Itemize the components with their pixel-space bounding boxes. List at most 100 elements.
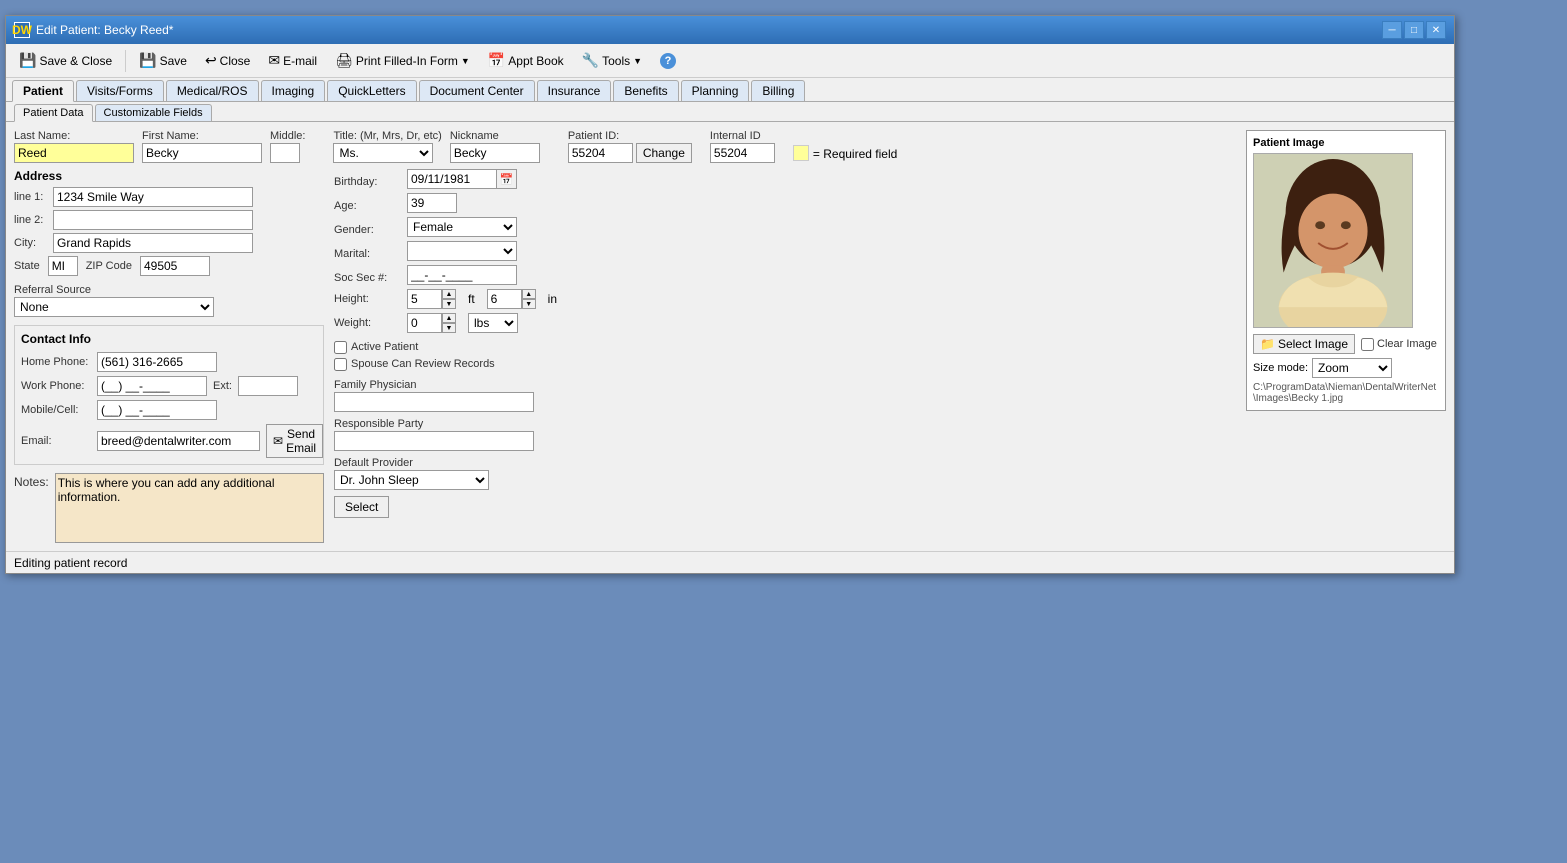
gender-select[interactable]: Female Male	[407, 217, 517, 237]
tab-quickletters[interactable]: QuickLetters	[327, 80, 416, 101]
height-in-down[interactable]: ▼	[522, 299, 536, 309]
tab-benefits[interactable]: Benefits	[613, 80, 678, 101]
middle-group: Middle:	[270, 130, 305, 163]
active-patient-checkbox[interactable]	[334, 341, 347, 354]
referral-select[interactable]: None	[14, 297, 214, 317]
city-row: City:	[14, 233, 324, 253]
city-input[interactable]	[53, 233, 253, 253]
tools-icon: 🔧	[582, 52, 599, 69]
ext-input[interactable]	[238, 376, 298, 396]
height-ft-input[interactable]	[407, 289, 442, 309]
minimize-button[interactable]: ─	[1382, 21, 1402, 39]
email-input[interactable]	[97, 431, 260, 451]
tools-button[interactable]: 🔧 Tools ▼	[575, 48, 649, 74]
address-line2-input[interactable]	[53, 210, 253, 230]
family-physician-label: Family Physician	[334, 379, 554, 391]
maximize-button[interactable]: □	[1404, 21, 1424, 39]
change-button[interactable]: Change	[636, 143, 692, 163]
spouse-review-label: Spouse Can Review Records	[351, 358, 495, 370]
send-email-button[interactable]: ✉ Send Email	[266, 424, 323, 458]
first-name-input[interactable]	[142, 143, 262, 163]
height-in-up[interactable]: ▲	[522, 289, 536, 299]
email-send-icon: ✉	[273, 434, 283, 448]
patient-id-input[interactable]	[568, 143, 633, 163]
zip-input[interactable]	[140, 256, 210, 276]
select-button[interactable]: Select	[334, 496, 389, 518]
sub-tab-customizable-fields[interactable]: Customizable Fields	[95, 104, 212, 121]
title-group: Title: (Mr, Mrs, Dr, etc) Ms. Mr. Mrs. D…	[333, 130, 441, 163]
age-label: Age:	[334, 200, 399, 212]
size-mode-row: Size mode: Zoom Fit Stretch	[1253, 358, 1439, 378]
select-image-button[interactable]: 📁 Select Image	[1253, 334, 1355, 354]
size-mode-select[interactable]: Zoom Fit Stretch	[1312, 358, 1392, 378]
weight-up[interactable]: ▲	[442, 313, 456, 323]
height-in-group: ▲ ▼	[487, 289, 536, 309]
weight-down[interactable]: ▼	[442, 323, 456, 333]
last-name-input[interactable]	[14, 143, 134, 163]
birthday-input[interactable]	[407, 169, 497, 189]
height-ft-spinner: ▲ ▼	[442, 289, 456, 309]
work-phone-input[interactable]	[97, 376, 207, 396]
email-button[interactable]: ✉ E-mail	[261, 48, 324, 74]
height-in-input[interactable]	[487, 289, 522, 309]
appt-book-button[interactable]: 📅 Appt Book	[481, 48, 571, 74]
first-name-group: First Name:	[142, 130, 262, 163]
internal-id-input[interactable]	[710, 143, 775, 163]
tab-medical-ros[interactable]: Medical/ROS	[166, 80, 259, 101]
print-button[interactable]: 🖨 Print Filled-In Form ▼	[328, 48, 477, 74]
save-button[interactable]: 💾 Save	[132, 48, 194, 74]
notes-textarea[interactable]: This is where you can add any additional…	[55, 473, 324, 543]
home-phone-input[interactable]	[97, 352, 217, 372]
nickname-input[interactable]	[450, 143, 540, 163]
responsible-party-input[interactable]	[334, 431, 534, 451]
tab-visits-forms[interactable]: Visits/Forms	[76, 80, 164, 101]
title-select[interactable]: Ms. Mr. Mrs. Dr.	[333, 143, 433, 163]
state-input[interactable]	[48, 256, 78, 276]
weight-unit-select[interactable]: lbs kg	[468, 313, 518, 333]
close-button[interactable]: ✕	[1426, 21, 1446, 39]
calendar-button[interactable]: 📅	[497, 169, 517, 189]
birthday-input-wrap: 📅	[407, 169, 517, 189]
marital-select[interactable]: Single Married	[407, 241, 517, 261]
referral-label: Referral Source	[14, 284, 324, 296]
weight-input[interactable]	[407, 313, 442, 333]
tab-imaging[interactable]: Imaging	[261, 80, 326, 101]
soc-sec-input[interactable]	[407, 265, 517, 285]
tab-planning[interactable]: Planning	[681, 80, 750, 101]
marital-row: Marital: Single Married	[334, 241, 554, 261]
default-provider-section: Default Provider Dr. John Sleep	[334, 457, 554, 490]
tab-document-center[interactable]: Document Center	[419, 80, 535, 101]
sub-tab-patient-data[interactable]: Patient Data	[14, 104, 93, 122]
save-close-button[interactable]: 💾 Save & Close	[12, 48, 119, 74]
mobile-label: Mobile/Cell:	[21, 404, 91, 416]
state-zip-row: State ZIP Code	[14, 256, 324, 276]
tab-patient[interactable]: Patient	[12, 80, 74, 102]
height-ft-up[interactable]: ▲	[442, 289, 456, 299]
weight-label: Weight:	[334, 317, 399, 329]
tab-billing[interactable]: Billing	[751, 80, 805, 101]
clear-image-checkbox[interactable]	[1361, 338, 1374, 351]
nickname-group: Nickname	[450, 130, 540, 163]
default-provider-select[interactable]: Dr. John Sleep	[334, 470, 489, 490]
address-line1-input[interactable]	[53, 187, 253, 207]
spouse-review-checkbox[interactable]	[334, 358, 347, 371]
mobile-input[interactable]	[97, 400, 217, 420]
height-ft-down[interactable]: ▼	[442, 299, 456, 309]
close-button-toolbar[interactable]: ↩ Close	[198, 48, 257, 74]
required-text: = Required field	[813, 147, 897, 161]
weight-row: Weight: ▲ ▼ lbs kg	[334, 313, 554, 333]
required-note: = Required field	[793, 145, 897, 163]
help-button[interactable]: ?	[653, 48, 683, 74]
age-input[interactable]	[407, 193, 457, 213]
print-icon: 🖨	[335, 52, 353, 69]
image-path: C:\ProgramData\Nieman\DentalWriterNet\Im…	[1253, 382, 1439, 404]
home-phone-row: Home Phone:	[21, 352, 317, 372]
patient-id-group: Patient ID: Change	[568, 130, 692, 163]
family-physician-section: Family Physician	[334, 379, 554, 412]
family-physician-input[interactable]	[334, 392, 534, 412]
status-bar: Editing patient record	[6, 551, 1454, 573]
in-label: in	[548, 292, 557, 306]
middle-column: Birthday: 📅 Age: Ge	[334, 169, 554, 543]
middle-input[interactable]	[270, 143, 300, 163]
tab-insurance[interactable]: Insurance	[537, 80, 612, 101]
